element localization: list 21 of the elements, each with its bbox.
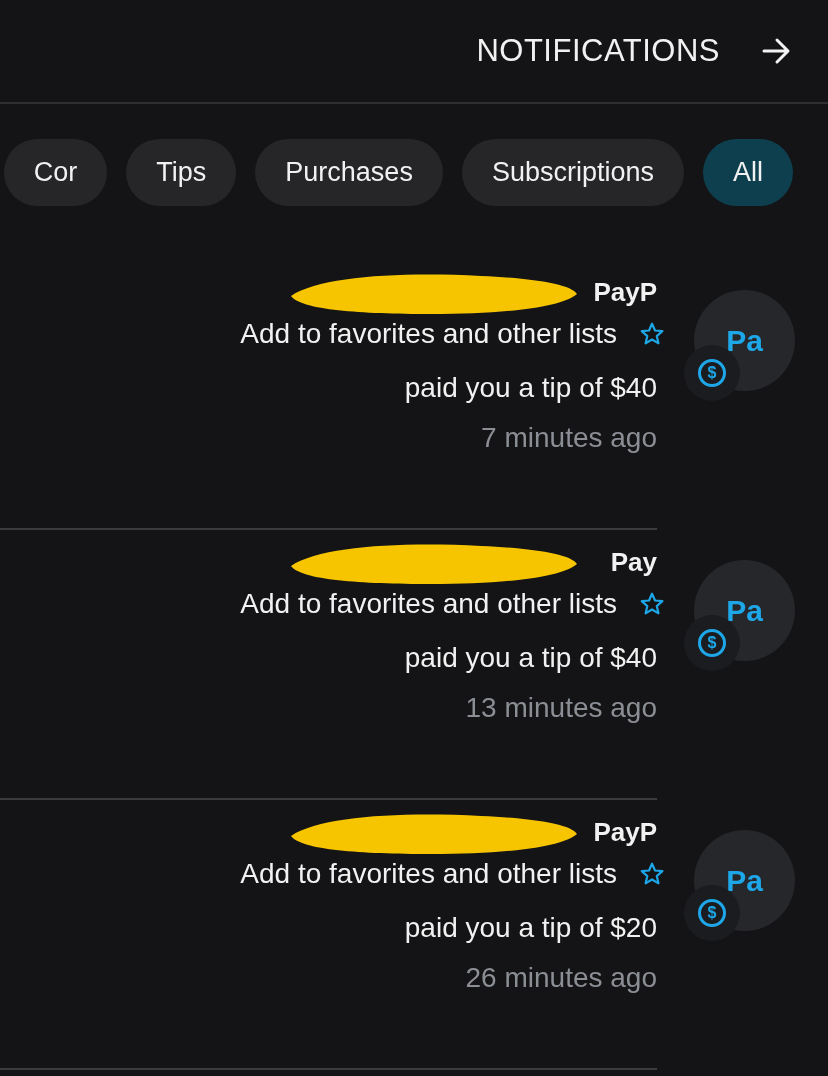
star-icon [639, 321, 665, 347]
star-icon [639, 861, 665, 887]
add-to-lists-link[interactable]: Add to favorites and other lists [240, 318, 665, 350]
filter-tab[interactable]: Tips [126, 139, 237, 206]
filter-tab[interactable]: Subscriptions [461, 139, 684, 206]
sender-name[interactable]: PayP [593, 817, 657, 848]
timestamp: 7 minutes ago [481, 422, 657, 454]
timestamp: 26 minutes ago [465, 962, 657, 994]
notification-message: paid you a tip of $40 [404, 642, 657, 674]
page-title: NOTIFICATIONS [476, 33, 720, 69]
sender-name[interactable]: Pay [610, 547, 657, 578]
notification-message: paid you a tip of $40 [404, 372, 657, 404]
notification-message: paid you a tip of $20 [404, 912, 657, 944]
add-to-lists-link[interactable]: Add to favorites and other lists [240, 858, 665, 890]
filter-tab[interactable]: All [703, 139, 793, 206]
add-to-lists-link[interactable]: Add to favorites and other lists [240, 588, 665, 620]
filter-tab[interactable]: Purchases [255, 139, 443, 206]
star-icon [639, 591, 665, 617]
filter-tab[interactable]: Cor [3, 139, 108, 206]
timestamp: 13 minutes ago [465, 692, 657, 724]
sender-name[interactable]: PayP [593, 277, 657, 308]
